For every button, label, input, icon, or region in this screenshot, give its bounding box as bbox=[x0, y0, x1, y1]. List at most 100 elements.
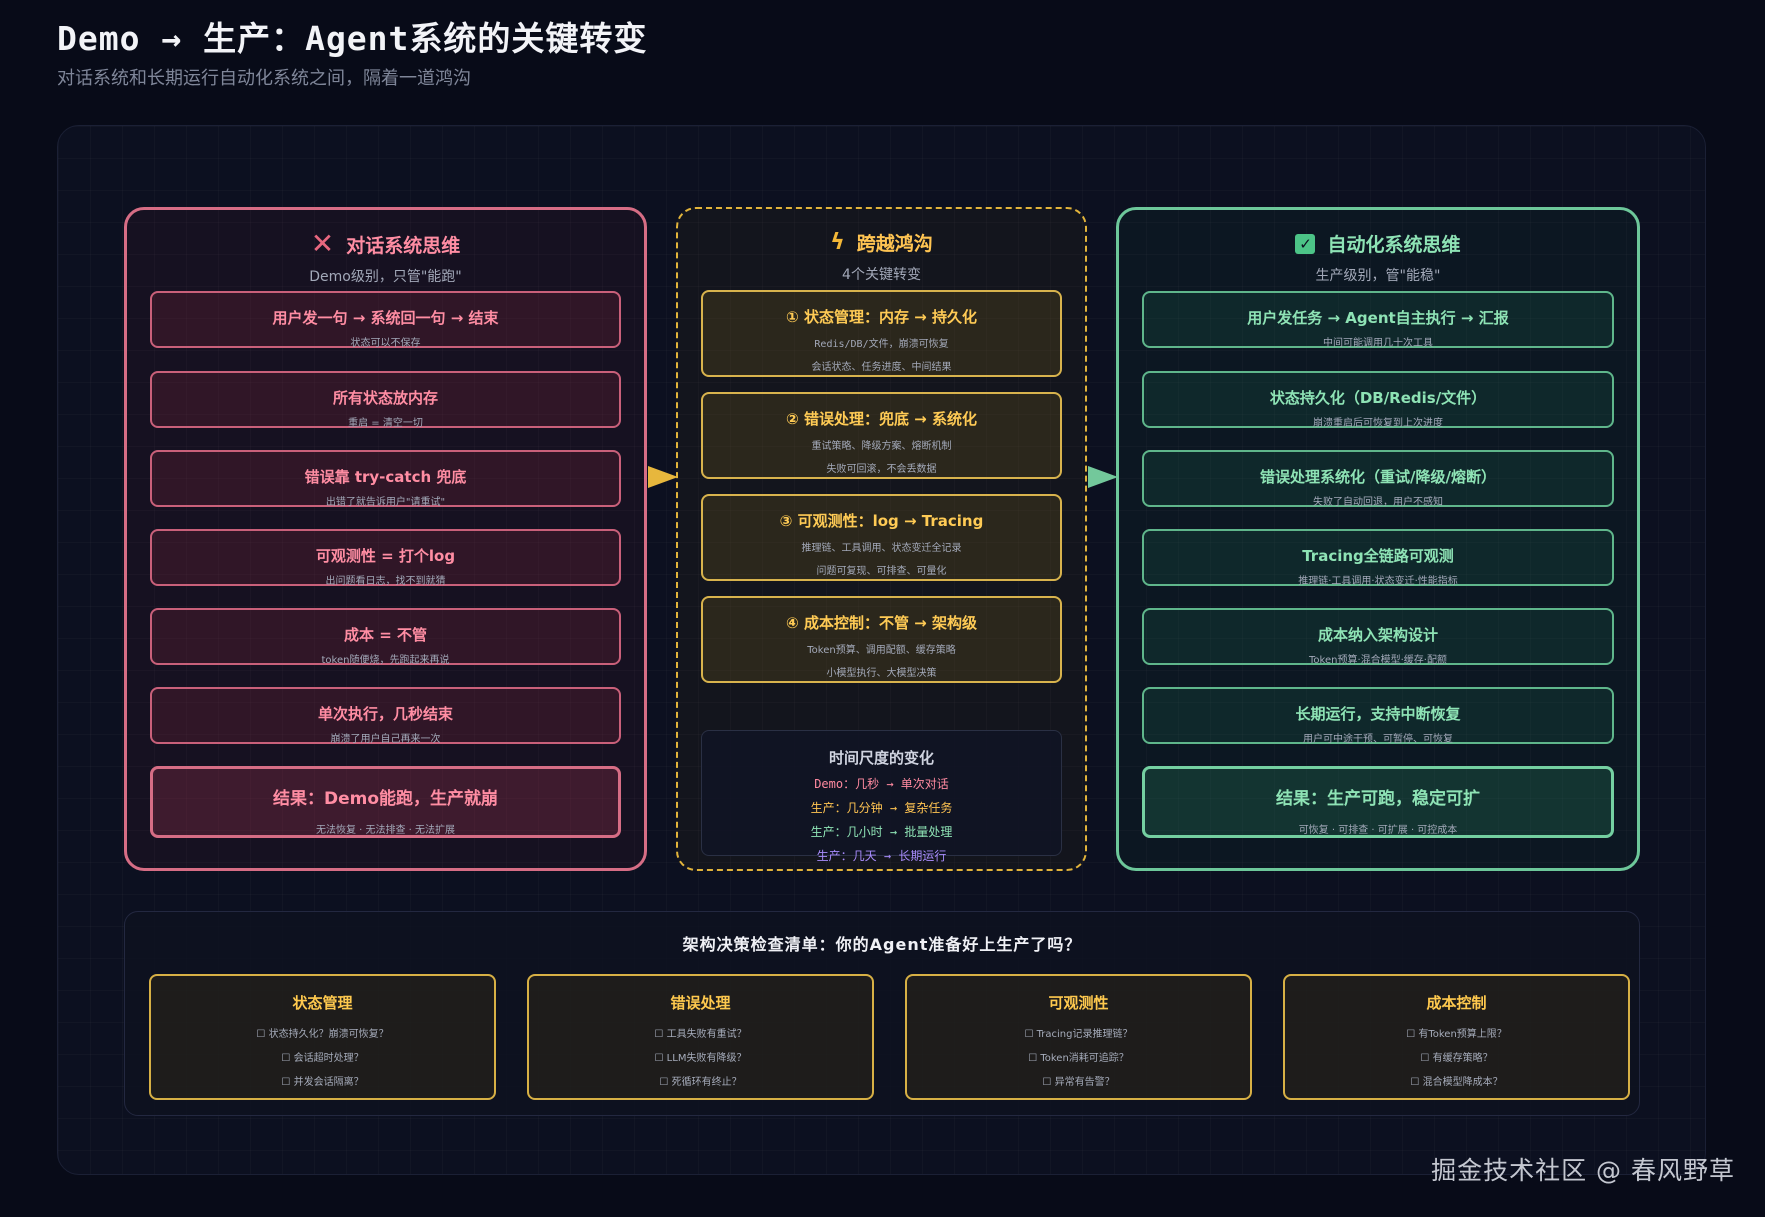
card-note: 崩溃了用户自己再来一次 bbox=[330, 734, 441, 745]
left-card: 可观测性 = 打个log 出问题看日志，找不到就猜 bbox=[150, 529, 621, 587]
left-result-card: 结果：Demo能跑，生产就崩 无法恢复 · 无法排查 · 无法扩展 bbox=[150, 766, 621, 838]
checklist-item: ☐ Token消耗可追踪？ bbox=[1028, 1053, 1129, 1064]
time-scale-row: 生产：几天 → 长期运行 bbox=[816, 849, 947, 863]
left-card: 成本 = 不管 token随便烧，先跑起来再说 bbox=[150, 608, 621, 666]
checklist-item: ☐ Tracing记录推理链？ bbox=[1024, 1029, 1133, 1040]
card-note: Token预算·混合模型·缓存·配额 bbox=[1309, 655, 1447, 666]
card-note: 问题可复现、可排查、可量化 bbox=[816, 566, 947, 577]
transition-card: ① 状态管理：内存 → 持久化 Redis/DB/文件，崩溃可恢复 会话状态、任… bbox=[701, 290, 1062, 377]
card-title: 用户发一句 → 系统回一句 → 结束 bbox=[272, 309, 499, 327]
arrow-right-icon bbox=[1088, 466, 1118, 488]
column-subtitle: 生产级别，管"能稳" bbox=[1315, 268, 1441, 284]
right-card: 长期运行，支持中断恢复 用户可中途干预、可暂停、可恢复 bbox=[1142, 687, 1614, 745]
card-note: 崩溃重启后可恢复到上次进度 bbox=[1313, 418, 1443, 429]
card-note: 小模型执行、大模型决策 bbox=[826, 668, 937, 679]
card-title: ① 状态管理：内存 → 持久化 bbox=[786, 308, 977, 326]
card-note: Redis/DB/文件，崩溃可恢复 bbox=[814, 339, 949, 350]
card-title: 错误靠 try-catch 兜底 bbox=[304, 468, 467, 486]
check-icon: ✓ bbox=[1295, 233, 1316, 254]
card-title: 可观测性 = 打个log bbox=[315, 547, 456, 565]
card-title: ③ 可观测性：log → Tracing bbox=[779, 512, 984, 530]
checklist-group-title: 状态管理 bbox=[292, 994, 353, 1012]
checklist-item: ☐ 异常有告警？ bbox=[1042, 1077, 1115, 1088]
left-card: 用户发一句 → 系统回一句 → 结束 状态可以不保存 bbox=[150, 291, 621, 349]
lightning-icon: ϟ bbox=[830, 229, 845, 255]
right-card: 错误处理系统化（重试/降级/熔断） 失败了自动回退，用户不感知 bbox=[1142, 450, 1614, 508]
checklist-item: ☐ 有缓存策略？ bbox=[1420, 1053, 1493, 1064]
column-title: 自动化系统思维 bbox=[1327, 234, 1461, 256]
right-card: Tracing全链路可观测 推理链·工具调用·状态变迁·性能指标 bbox=[1142, 529, 1614, 587]
checklist-group-errors: 错误处理 ☐ 工具失败有重试？ ☐ LLM失败有降级？ ☐ 死循环有终止？ bbox=[527, 974, 874, 1100]
left-card: 所有状态放内存 重启 = 清空一切 bbox=[150, 371, 621, 429]
right-card: 成本纳入架构设计 Token预算·混合模型·缓存·配额 bbox=[1142, 608, 1614, 666]
checklist-group-observability: 可观测性 ☐ Tracing记录推理链？ ☐ Token消耗可追踪？ ☐ 异常有… bbox=[905, 974, 1252, 1100]
transition-card: ④ 成本控制：不管 → 架构级 Token预算、调用配额、缓存策略 小模型执行、… bbox=[701, 596, 1062, 683]
checklist-group-title: 可观测性 bbox=[1048, 994, 1109, 1012]
card-note: 出问题看日志，找不到就猜 bbox=[325, 576, 446, 587]
card-note: 出错了就告诉用户"请重试" bbox=[325, 497, 446, 508]
card-title: 状态持久化（DB/Redis/文件） bbox=[1269, 389, 1487, 407]
card-title: 用户发任务 → Agent自主执行 → 汇报 bbox=[1247, 309, 1509, 327]
checklist-item: ☐ 死循环有终止？ bbox=[659, 1077, 742, 1088]
card-title: 成本纳入架构设计 bbox=[1317, 626, 1438, 644]
checklist-group-cost: 成本控制 ☐ 有Token预算上限？ ☐ 有缓存策略？ ☐ 混合模型降成本？ bbox=[1283, 974, 1630, 1100]
checklist-item: ☐ 混合模型降成本？ bbox=[1410, 1077, 1503, 1088]
column-title: 跨越鸿沟 bbox=[856, 233, 933, 255]
checklist-group-state: 状态管理 ☐ 状态持久化？崩溃可恢复？ ☐ 会话超时处理？ ☐ 并发会话隔离？ bbox=[149, 974, 496, 1100]
card-note: 失败可回滚，不会丢数据 bbox=[826, 464, 937, 475]
time-scale-row: 生产：几小时 → 批量处理 bbox=[810, 825, 953, 839]
checklist-title: 架构决策检查清单：你的Agent准备好上生产了吗？ bbox=[682, 935, 1082, 954]
card-note: token随便烧，先跑起来再说 bbox=[321, 655, 450, 666]
column-subtitle: Demo级别，只管"能跑" bbox=[309, 269, 462, 285]
card-note: 失败了自动回退，用户不感知 bbox=[1313, 497, 1443, 508]
architecture-checklist: 架构决策检查清单：你的Agent准备好上生产了吗？ 状态管理 ☐ 状态持久化？崩… bbox=[124, 911, 1640, 1116]
checklist-group-title: 错误处理 bbox=[670, 994, 731, 1012]
time-scale-row: 生产：几分钟 → 复杂任务 bbox=[810, 801, 953, 815]
card-title: 单次执行，几秒结束 bbox=[317, 705, 453, 723]
checklist-item: ☐ 状态持久化？崩溃可恢复？ bbox=[256, 1029, 389, 1040]
result-title: 结果：生产可跑，稳定可扩 bbox=[1276, 789, 1480, 809]
card-note: 推理链·工具调用·状态变迁·性能指标 bbox=[1298, 576, 1458, 587]
card-note: 中间可能调用几十次工具 bbox=[1323, 338, 1433, 349]
card-note: 重启 = 清空一切 bbox=[348, 418, 423, 429]
card-note: 推理链、工具调用、状态变迁全记录 bbox=[801, 543, 962, 554]
card-title: 成本 = 不管 bbox=[343, 626, 427, 644]
transition-card: ③ 可观测性：log → Tracing 推理链、工具调用、状态变迁全记录 问题… bbox=[701, 494, 1062, 581]
left-card: 错误靠 try-catch 兜底 出错了就告诉用户"请重试" bbox=[150, 450, 621, 508]
checklist-item: ☐ 有Token预算上限？ bbox=[1406, 1029, 1507, 1040]
card-title: ④ 成本控制：不管 → 架构级 bbox=[786, 614, 977, 632]
checklist-group-title: 成本控制 bbox=[1426, 994, 1487, 1012]
automation-thinking-column: ✓ 自动化系统思维 生产级别，管"能稳" 用户发任务 → Agent自主执行 →… bbox=[1116, 207, 1640, 871]
x-icon: ✕ bbox=[310, 227, 335, 260]
transition-card: ② 错误处理：兜底 → 系统化 重试策略、降级方案、熔断机制 失败可回滚，不会丢… bbox=[701, 392, 1062, 479]
card-title: 长期运行，支持中断恢复 bbox=[1295, 705, 1461, 723]
right-card: 状态持久化（DB/Redis/文件） 崩溃重启后可恢复到上次进度 bbox=[1142, 371, 1614, 429]
right-card: 用户发任务 → Agent自主执行 → 汇报 中间可能调用几十次工具 bbox=[1142, 291, 1614, 349]
time-scale-card: 时间尺度的变化 Demo：几秒 → 单次对话 生产：几分钟 → 复杂任务 生产：… bbox=[701, 730, 1062, 863]
card-note: 重试策略、降级方案、熔断机制 bbox=[811, 441, 952, 452]
time-scale-title: 时间尺度的变化 bbox=[828, 749, 934, 767]
checklist-item: ☐ 并发会话隔离？ bbox=[281, 1077, 364, 1088]
result-note: 无法恢复 · 无法排查 · 无法扩展 bbox=[315, 825, 456, 836]
arrow-right-icon bbox=[648, 466, 678, 488]
watermark: 掘金技术社区 @ 春风野草 bbox=[1431, 1156, 1735, 1185]
column-subtitle: 4个关键转变 bbox=[842, 267, 921, 283]
card-note: 状态可以不保存 bbox=[350, 338, 421, 349]
card-title: ② 错误处理：兜底 → 系统化 bbox=[786, 410, 977, 428]
checklist-item: ☐ 工具失败有重试？ bbox=[654, 1029, 747, 1040]
time-scale-row: Demo：几秒 → 单次对话 bbox=[814, 777, 949, 791]
card-title: 错误处理系统化（重试/降级/熔断） bbox=[1260, 468, 1496, 486]
card-title: Tracing全链路可观测 bbox=[1302, 547, 1454, 565]
result-note: 可恢复 · 可排查 · 可扩展 · 可控成本 bbox=[1298, 825, 1458, 836]
card-note: Token预算、调用配额、缓存策略 bbox=[807, 645, 956, 656]
card-title: 所有状态放内存 bbox=[332, 389, 438, 407]
column-title: 对话系统思维 bbox=[346, 234, 461, 257]
card-note: 用户可中途干预、可暂停、可恢复 bbox=[1303, 734, 1453, 745]
checklist-item: ☐ LLM失败有降级？ bbox=[654, 1053, 747, 1064]
page-title: Demo → 生产：Agent系统的关键转变 bbox=[57, 19, 648, 58]
page-subtitle: 对话系统和长期运行自动化系统之间，隔着一道鸿沟 bbox=[57, 68, 471, 89]
left-card: 单次执行，几秒结束 崩溃了用户自己再来一次 bbox=[150, 687, 621, 745]
result-title: 结果：Demo能跑，生产就崩 bbox=[272, 789, 499, 809]
bridge-column: ϟ 跨越鸿沟 4个关键转变 ① 状态管理：内存 → 持久化 Redis/DB/文… bbox=[676, 207, 1087, 871]
right-result-card: 结果：生产可跑，稳定可扩 可恢复 · 可排查 · 可扩展 · 可控成本 bbox=[1142, 766, 1614, 838]
